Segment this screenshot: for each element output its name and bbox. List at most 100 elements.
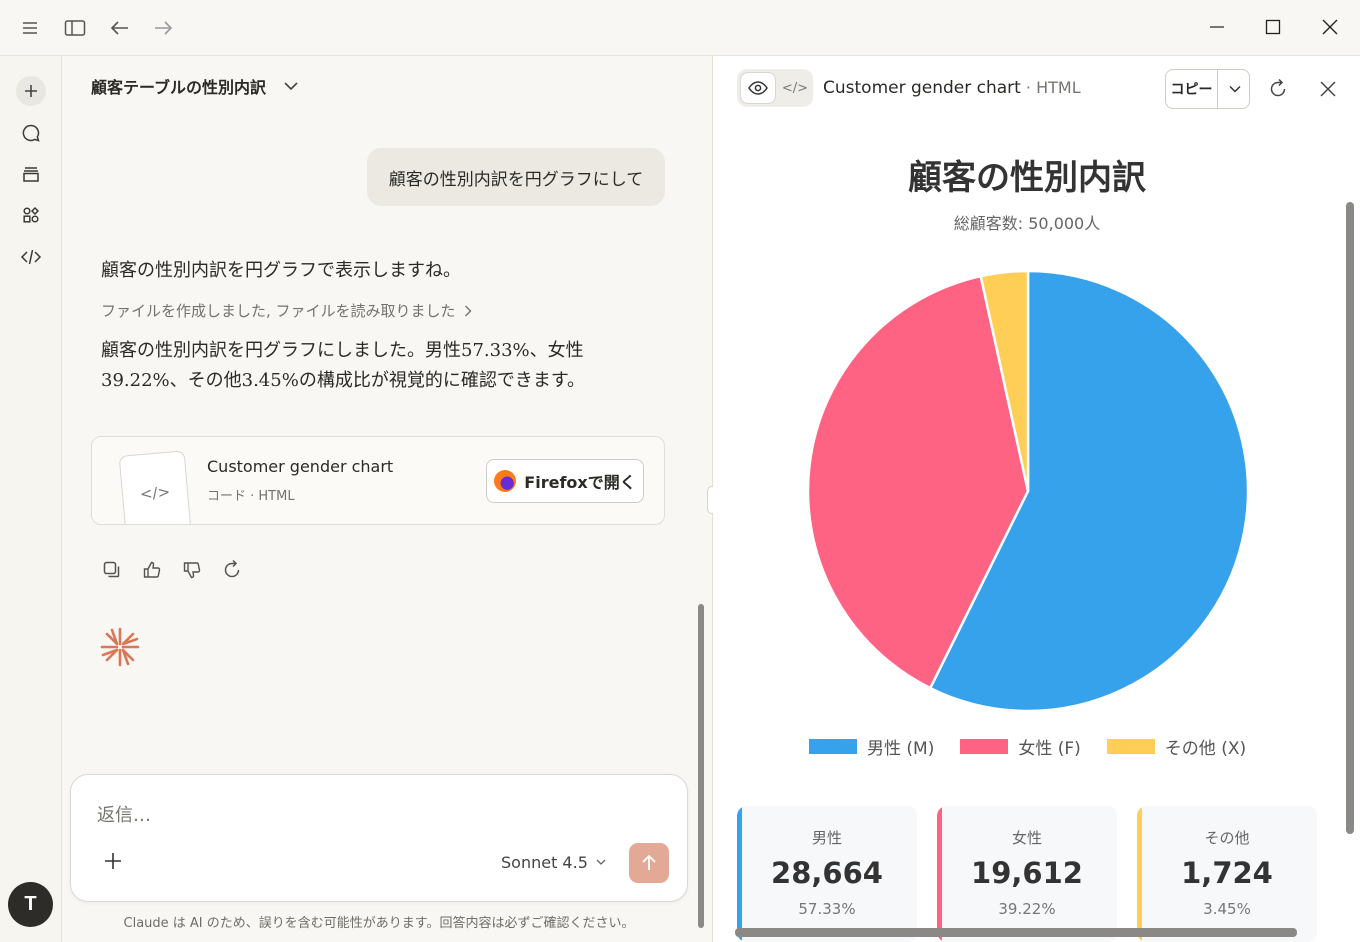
chat-column: 顧客テーブルの性別内訳 顧客の性別内訳を円グラフにして 顧客の性別内訳を円グラフ…	[62, 56, 712, 942]
maximize-icon[interactable]	[1253, 10, 1293, 44]
artifact-panel-title: Customer gender chart · HTML	[823, 78, 1081, 98]
stat-label: 男性	[811, 829, 842, 847]
composer: Sonnet 4.5	[70, 774, 688, 902]
code-icon: </>	[781, 80, 809, 96]
claude-spark-icon	[99, 626, 141, 672]
legend-item-other[interactable]: その他 (X)	[1106, 734, 1247, 759]
menu-icon[interactable]	[16, 14, 44, 42]
chevron-down-icon	[596, 859, 606, 865]
code-icon	[20, 249, 42, 265]
conversation-title-button[interactable]: 顧客テーブルの性別内訳	[91, 74, 298, 98]
legend-swatch	[960, 739, 1009, 754]
legend-swatch	[1106, 739, 1155, 754]
open-in-firefox-button[interactable]: Firefoxで開く	[486, 459, 644, 503]
copy-split-button: コピー	[1165, 69, 1250, 109]
tool-summary-toggle[interactable]: ファイルを作成しました, ファイルを読み取りました	[101, 300, 472, 321]
legend-item-male[interactable]: 男性 (M)	[809, 734, 934, 759]
thumbs-down-button[interactable]	[181, 559, 203, 581]
chat-bubble-icon	[22, 124, 40, 142]
legend-label: 男性 (M)	[867, 739, 935, 759]
thumbs-up-button[interactable]	[141, 559, 163, 581]
artifact-panel-header: </> Customer gender chart · HTML コピー	[713, 56, 1360, 122]
chats-button[interactable]	[16, 118, 46, 148]
plus-icon	[25, 85, 37, 97]
stat-label: 女性	[1011, 829, 1042, 847]
legend-label: その他 (X)	[1164, 739, 1247, 759]
stat-card-female: 女性 19,612 39.22%	[937, 806, 1117, 942]
stat-value: 1,724	[1181, 856, 1273, 890]
copy-button[interactable]: コピー	[1166, 70, 1218, 108]
left-rail: T	[0, 56, 62, 942]
title-bar	[0, 0, 1360, 56]
legend-label: 女性 (F)	[1018, 739, 1081, 759]
preview-toggle-button[interactable]	[740, 72, 776, 104]
eye-icon	[748, 81, 768, 95]
chevron-right-icon	[464, 305, 472, 316]
retry-icon	[224, 559, 240, 578]
new-chat-button[interactable]	[16, 76, 46, 106]
arrow-up-icon	[642, 854, 656, 870]
user-avatar[interactable]: T	[8, 882, 53, 927]
attach-button[interactable]	[101, 849, 125, 873]
retry-button[interactable]	[221, 559, 243, 581]
thumbs-up-icon	[143, 561, 161, 578]
stat-value: 19,612	[971, 856, 1083, 890]
stat-label: その他	[1204, 829, 1250, 847]
projects-icon	[23, 167, 39, 182]
refresh-button[interactable]	[1265, 76, 1291, 102]
copy-button[interactable]	[101, 559, 123, 581]
legend-swatch	[809, 739, 857, 754]
assistant-intro: 顧客の性別内訳を円グラフで表示しますね。	[101, 260, 461, 281]
arrow-right-icon[interactable]	[149, 14, 177, 42]
chevron-down-icon	[1228, 85, 1241, 93]
chart-subtitle: 総顧客数: 50,000人	[953, 214, 1101, 233]
code-toggle-button[interactable]: </>	[778, 72, 812, 104]
firefox-icon	[494, 470, 517, 492]
stat-percent: 39.22%	[998, 900, 1056, 918]
model-selector[interactable]: Sonnet 4.5	[501, 853, 606, 872]
artifact-title: Customer gender chart	[207, 457, 394, 476]
projects-button[interactable]	[16, 159, 46, 189]
artifact-panel: </> Customer gender chart · HTML コピー 顧客の…	[713, 56, 1360, 942]
user-message: 顧客の性別内訳を円グラフにして	[367, 148, 665, 206]
sidebar-toggle-icon[interactable]	[61, 14, 89, 42]
stat-card-male: 男性 28,664 57.33%	[737, 806, 917, 942]
chevron-down-icon	[284, 82, 298, 91]
reply-input[interactable]	[97, 801, 657, 829]
plus-icon	[105, 853, 121, 869]
panel-horizontal-scrollbar[interactable]	[735, 928, 1297, 937]
legend-item-female[interactable]: 女性 (F)	[960, 734, 1081, 759]
chart-legend: 男性 (M) 女性 (F) その他 (X)	[809, 734, 1246, 759]
artifacts-button[interactable]	[16, 200, 46, 230]
close-panel-button[interactable]	[1315, 76, 1341, 102]
chart-title: 顧客の性別内訳	[908, 158, 1146, 198]
close-icon	[1320, 81, 1336, 97]
send-button[interactable]	[629, 843, 669, 883]
pie-chart	[806, 269, 1250, 713]
artifact-card[interactable]: </> Customer gender chart コード · HTML Fir…	[91, 436, 665, 525]
disclaimer: Claude は AI のため、誤りを含む可能性があります。回答内容は必ずご確認…	[123, 916, 635, 931]
artifact-subtitle: コード · HTML	[207, 489, 295, 504]
code-icon: </>	[139, 482, 171, 504]
model-label: Sonnet 4.5	[501, 853, 588, 872]
arrow-left-icon[interactable]	[106, 14, 134, 42]
stat-percent: 57.33%	[798, 900, 856, 918]
copy-icon	[103, 561, 120, 578]
open-button-label: Firefoxで開く	[524, 473, 636, 492]
artifact-thumbnail: </>	[118, 450, 192, 524]
chat-scrollbar[interactable]	[698, 604, 704, 928]
copy-options-button[interactable]	[1219, 70, 1250, 108]
minimize-icon[interactable]	[1197, 10, 1237, 44]
code-button[interactable]	[16, 242, 46, 272]
view-toggle: </>	[737, 69, 813, 107]
thumbs-down-icon	[183, 562, 201, 579]
artifacts-icon	[23, 206, 40, 223]
panel-vertical-scrollbar[interactable]	[1346, 202, 1354, 834]
stat-card-other: その他 1,724 3.45%	[1137, 806, 1317, 942]
message-actions	[101, 559, 243, 581]
refresh-icon	[1270, 78, 1286, 97]
stat-percent: 3.45%	[1203, 900, 1251, 918]
close-icon[interactable]	[1310, 10, 1350, 44]
assistant-result: 顧客の性別内訳を円グラフにしました。男性57.33%、女性39.22%、その他3…	[101, 340, 586, 391]
tool-summary-text: ファイルを作成しました, ファイルを読み取りました	[101, 302, 456, 320]
